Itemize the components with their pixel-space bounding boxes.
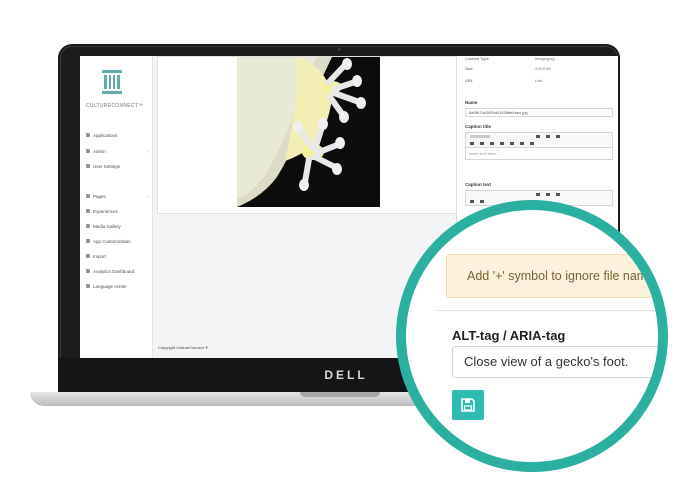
floppy-disk-icon <box>461 398 475 412</box>
magnified-panel: Add '+' symbol to ignore file name ALT-t… <box>406 210 658 462</box>
pages-icon <box>86 194 90 198</box>
stage: DELL CULTURECONNECT™ Applications Admin <box>0 0 700 500</box>
bold-icon[interactable] <box>536 193 540 196</box>
name-label: Name <box>465 100 478 105</box>
list-icon[interactable] <box>490 142 494 145</box>
user-icon <box>86 149 90 153</box>
chevron-right-icon: › <box>146 193 148 199</box>
italic-icon[interactable] <box>546 135 550 138</box>
sidebar-item-analytics-dashboard[interactable]: Analytics Dashboard <box>86 267 152 275</box>
import-icon <box>86 254 90 258</box>
name-field[interactable]: 5a9fb70e3905d01536ffe4aeo.jpg <box>465 108 613 117</box>
sidebar-item-import[interactable]: Import <box>86 252 152 260</box>
brush-icon <box>86 239 90 243</box>
gecko-foot-image <box>237 57 380 207</box>
meta-row-size: Size 208.8 kB <box>465 66 615 73</box>
align-icon[interactable] <box>480 142 484 145</box>
sidebar-item-admin[interactable]: Admin › <box>86 147 152 155</box>
text-color-icon[interactable] <box>470 142 474 145</box>
image-icon[interactable] <box>520 142 524 145</box>
italic-icon[interactable] <box>546 193 550 196</box>
sidebar-item-label: User Settings <box>93 163 121 169</box>
sidebar-item-language-center[interactable]: Language center <box>86 282 152 290</box>
grid-icon <box>86 133 90 137</box>
underline-icon[interactable] <box>556 135 560 138</box>
quote-icon[interactable] <box>530 142 534 145</box>
magnifier-circle: Add '+' symbol to ignore file name ALT-t… <box>396 200 668 472</box>
underline-icon[interactable] <box>556 193 560 196</box>
bold-icon[interactable] <box>536 135 540 138</box>
align-icon[interactable] <box>480 200 484 203</box>
link-icon[interactable] <box>510 142 514 145</box>
caption-title-label: Caption title <box>465 124 491 129</box>
image-preview-card <box>157 56 457 214</box>
sidebar-item-label: Experiences <box>93 208 118 214</box>
font-select[interactable] <box>470 135 490 138</box>
divider <box>436 310 658 311</box>
table-icon[interactable] <box>500 142 504 145</box>
sidebar-item-label: Applications <box>93 132 118 138</box>
image-icon <box>86 224 90 228</box>
meta-row-content-type: Content Type image/jpeg <box>465 56 615 63</box>
sidebar-item-label: Import <box>93 253 106 259</box>
text-color-icon[interactable] <box>470 200 474 203</box>
meta-key: Content Type <box>465 56 489 61</box>
meta-row-url: URL Link <box>465 78 615 85</box>
settings-icon <box>86 164 90 168</box>
language-icon <box>86 284 90 288</box>
notice-banner: Add '+' symbol to ignore file name <box>446 254 658 298</box>
copyright-footer: Copyright CultureConnect ® <box>158 345 209 350</box>
sidebar-item-label: Analytics Dashboard <box>93 268 135 274</box>
meta-value: 208.8 kB <box>535 66 551 71</box>
meta-key: URL <box>465 78 474 83</box>
caption-title-toolbar[interactable] <box>465 132 613 148</box>
sidebar-item-applications[interactable]: Applications <box>86 131 152 139</box>
sidebar-item-user-settings[interactable]: User Settings <box>86 162 152 170</box>
alt-tag-label: ALT-tag / ARIA-tag <box>452 328 566 343</box>
experiences-icon <box>86 209 90 213</box>
sidebar-item-label: App Customization <box>93 238 131 244</box>
sidebar-item-pages[interactable]: Pages › <box>86 192 152 200</box>
museum-logo-icon <box>102 70 122 94</box>
logo-text: CULTURECONNECT™ <box>86 103 144 109</box>
chevron-right-icon: › <box>146 148 148 154</box>
sidebar-item-label: Pages <box>93 193 106 199</box>
sidebar-item-experiences[interactable]: Experiences <box>86 207 152 215</box>
sidebar-item-label: Language center <box>93 283 127 289</box>
save-button[interactable] <box>452 390 484 420</box>
caption-text-label: Caption text <box>465 182 492 187</box>
chart-icon <box>86 269 90 273</box>
sidebar-item-label: Admin <box>93 148 106 154</box>
sidebar-item-media-gallery[interactable]: Media Gallery <box>86 222 152 230</box>
sidebar: CULTURECONNECT™ Applications Admin › Use… <box>80 56 153 358</box>
laptop-brand-logo: DELL <box>324 368 368 382</box>
camera-icon <box>338 48 341 51</box>
sidebar-item-app-customization[interactable]: App Customization <box>86 237 152 245</box>
meta-value: image/jpeg <box>535 56 555 61</box>
caption-title-editor[interactable]: Insert text here ... <box>465 148 613 160</box>
laptop-hinge-notch <box>300 392 380 397</box>
meta-key: Size <box>465 66 473 71</box>
alt-tag-input[interactable]: Close view of a gecko's foot. <box>452 346 658 378</box>
meta-value-link[interactable]: Link <box>535 78 542 83</box>
sidebar-item-label: Media Gallery <box>93 223 121 229</box>
